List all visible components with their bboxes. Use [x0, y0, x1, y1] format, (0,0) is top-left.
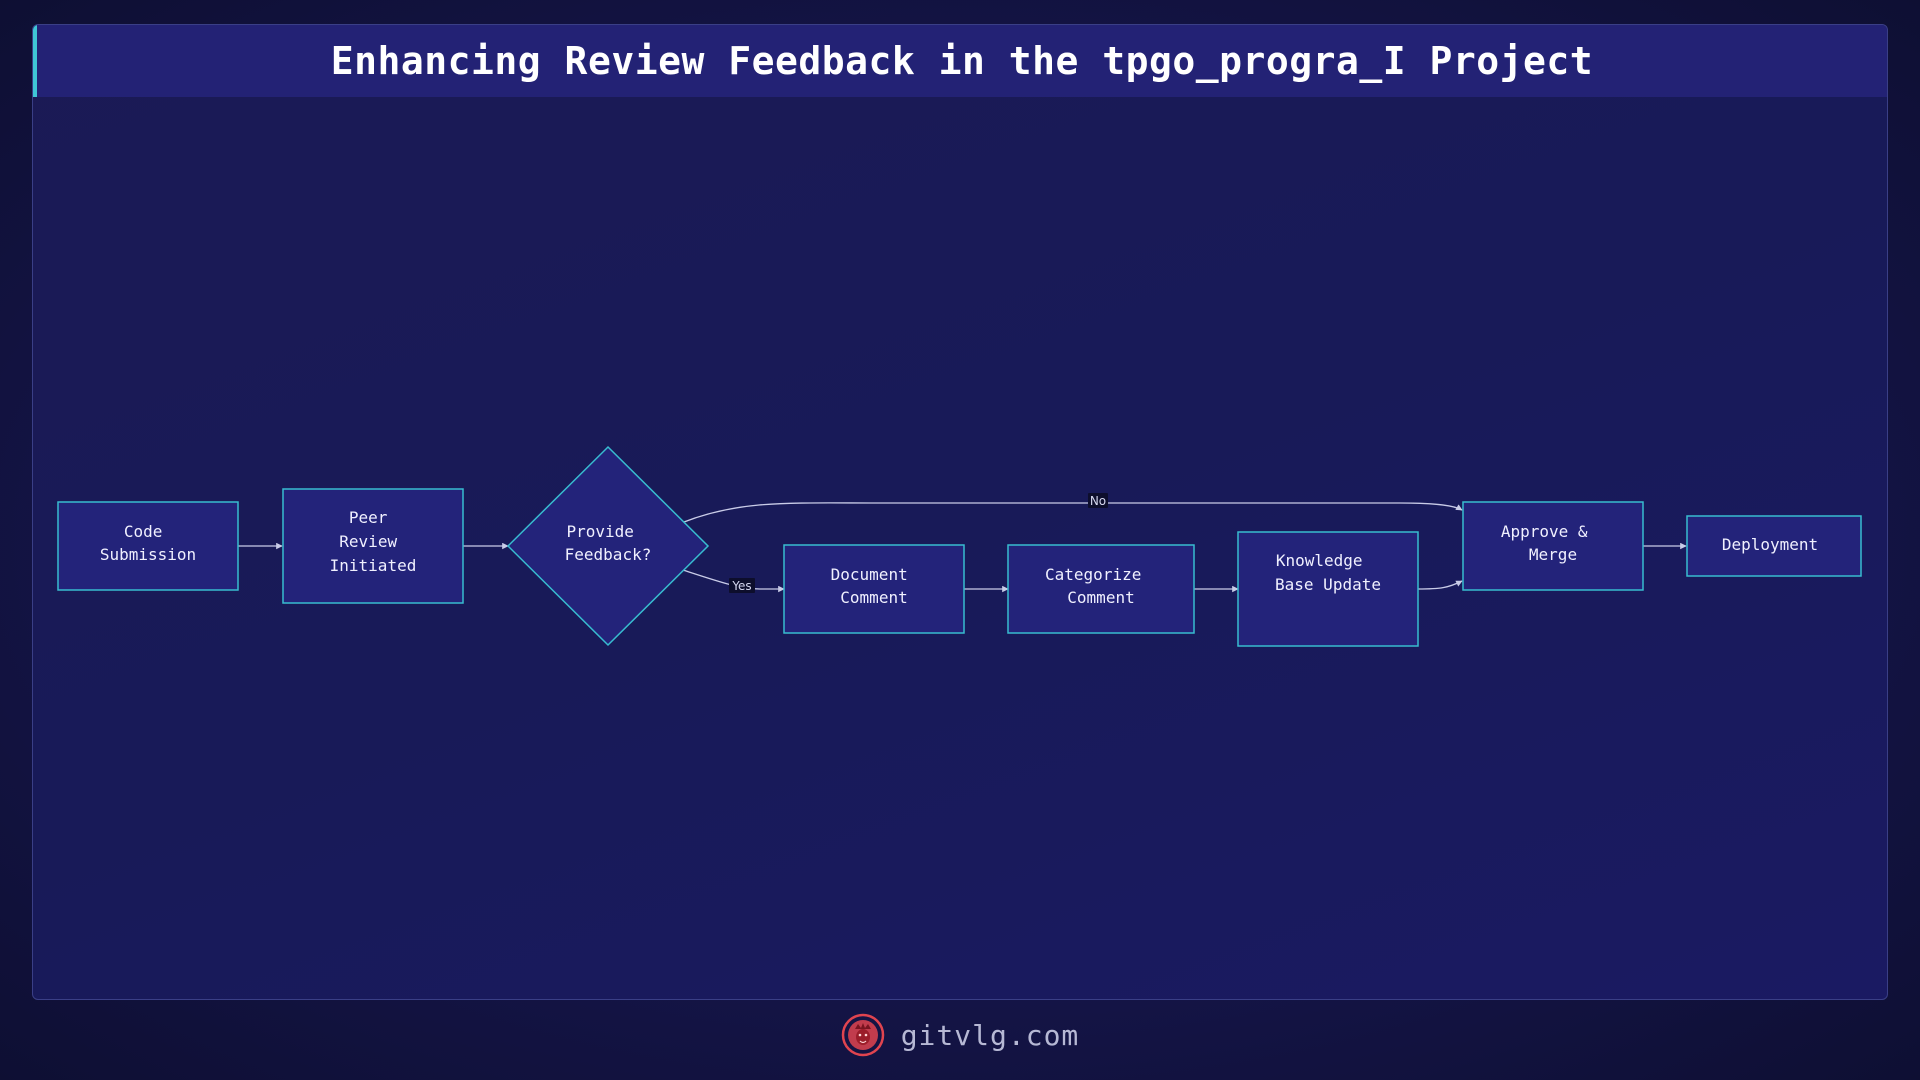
flowchart: Yes No Code Submission Peer Review Initi… — [57, 445, 1862, 647]
edge-feedback-no — [683, 502, 1463, 523]
node-categorize-comment: Categorize Comment — [1007, 544, 1195, 634]
footer: gitvlg.com — [0, 1010, 1920, 1060]
edge-knowledge-to-approve — [1417, 580, 1463, 590]
node-deployment: Deployment — [1686, 515, 1862, 577]
node-approve-merge: Approve & Merge — [1462, 501, 1644, 591]
lion-head-icon — [841, 1013, 884, 1057]
svg-text:Deployment: Deployment — [1722, 535, 1818, 554]
edge-label-yes: Yes — [729, 578, 755, 593]
page: Enhancing Review Feedback in the tpgo_pr… — [0, 0, 1920, 1080]
node-provide-feedback-decision: Provide Feedback? — [506, 445, 710, 647]
node-document-comment: Document Comment — [783, 544, 965, 634]
node-code-submission: Code Submission — [57, 501, 239, 591]
footer-site-link[interactable]: gitvlg.com — [901, 1019, 1080, 1052]
svg-text:Yes: Yes — [731, 579, 751, 593]
svg-text:No: No — [1090, 494, 1106, 508]
edge-label-no: No — [1088, 493, 1108, 508]
node-peer-review-initiated: Peer Review Initiated — [282, 488, 464, 604]
node-knowledge-base-update: Knowledge Base Update — [1237, 531, 1419, 647]
